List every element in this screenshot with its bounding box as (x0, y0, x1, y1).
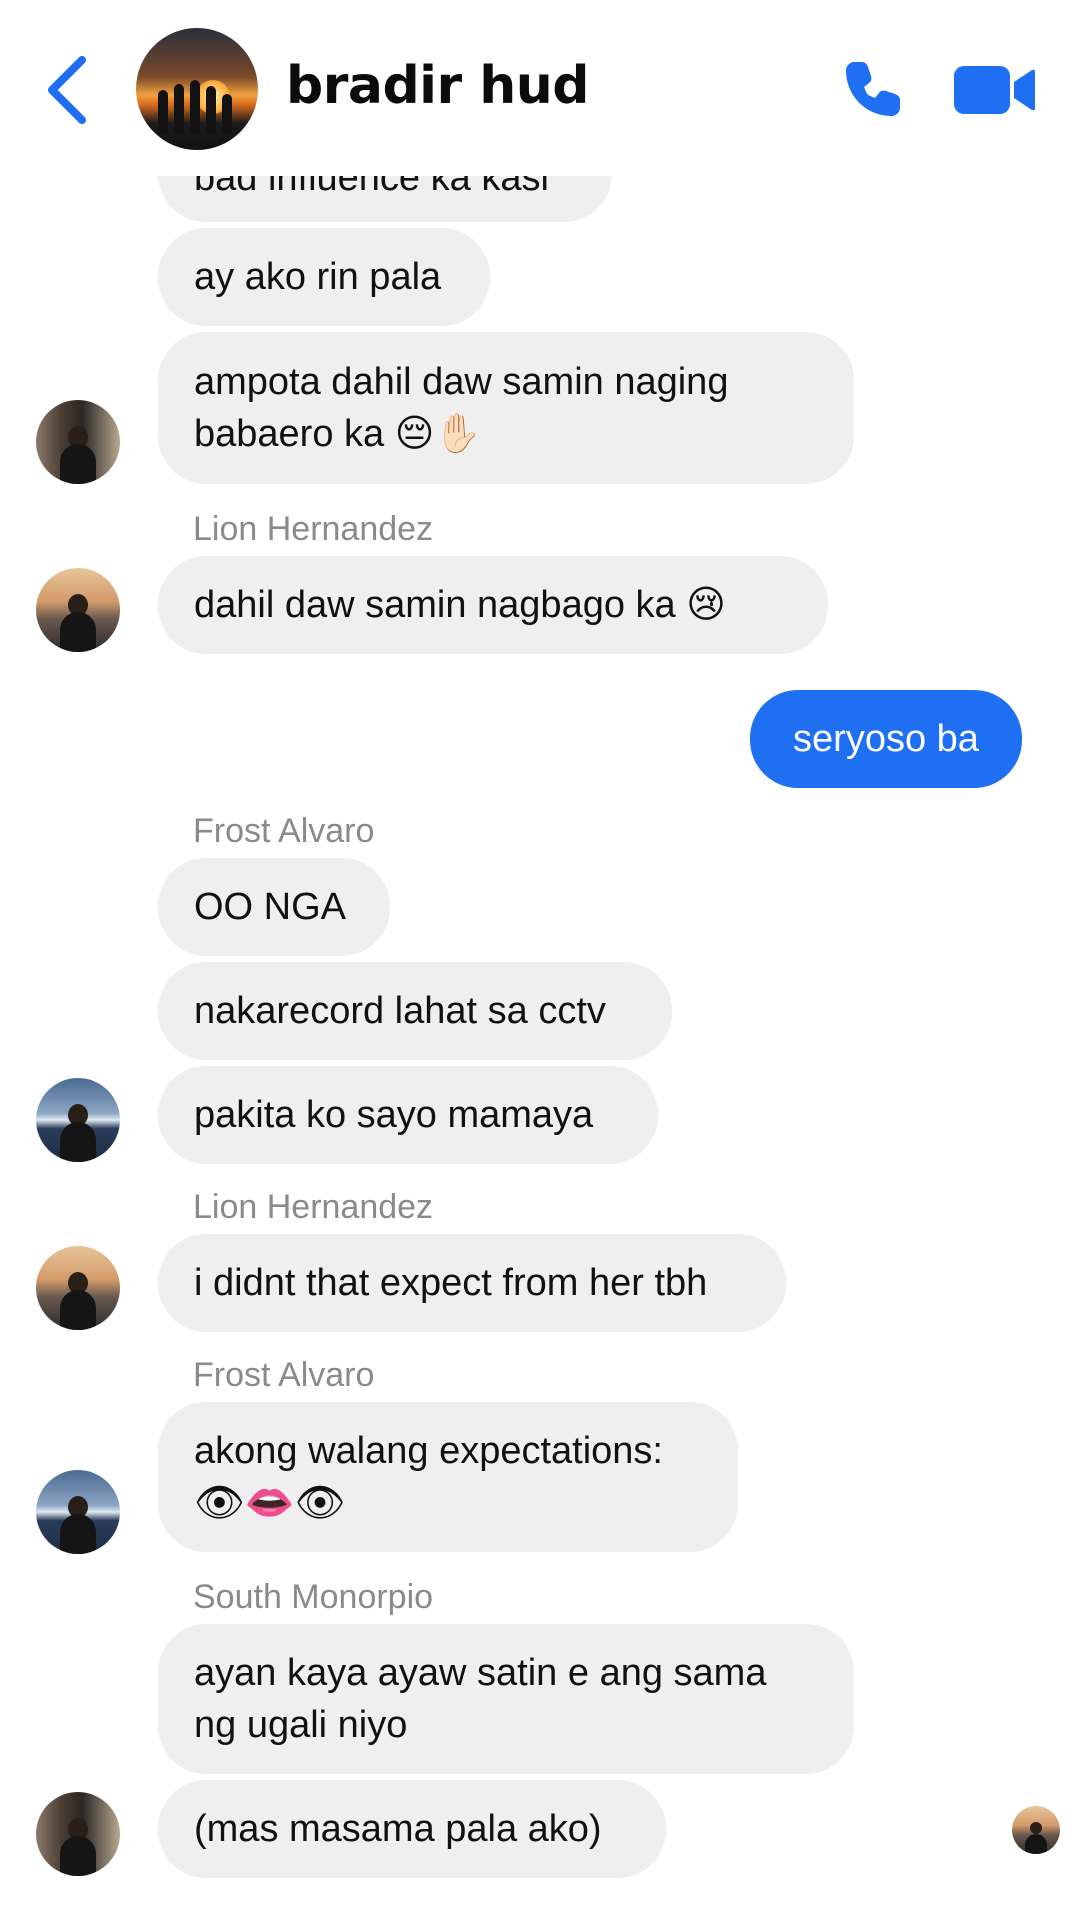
avatar[interactable] (36, 1470, 120, 1554)
incoming-message[interactable]: ampota dahil daw samin naging babaero ka… (158, 332, 854, 484)
avatar[interactable] (36, 1078, 120, 1162)
message-text: nakarecord lahat sa cctv (194, 990, 606, 1032)
group-avatar[interactable] (136, 28, 258, 150)
incoming-message[interactable]: (mas masama pala ako) (158, 1780, 666, 1878)
message-text-line: ng ugali niyo (194, 1704, 408, 1746)
avatar[interactable] (36, 1246, 120, 1330)
phone-icon[interactable] (840, 56, 906, 122)
avatar[interactable] (36, 400, 120, 484)
message-text-line: ayan kaya ayaw satin e ang sama (194, 1652, 767, 1694)
outgoing-message[interactable]: seryoso ba (750, 690, 1022, 788)
message-text: i didnt that expect from her tbh (194, 1262, 708, 1304)
sender-name: Lion Hernandez (193, 1188, 434, 1226)
message-text-line: akong walang expectations: (194, 1430, 663, 1472)
sender-name: Frost Alvaro (193, 812, 375, 850)
incoming-message[interactable]: pakita ko sayo mamaya (158, 1066, 658, 1164)
sender-name: Lion Hernandez (193, 510, 434, 548)
incoming-message[interactable]: akong walang expectations: 👁👄👁 (158, 1402, 738, 1552)
message-text-line: 👁👄👁 (194, 1480, 346, 1526)
incoming-message[interactable]: dahil daw samin nagbago ka 😢 (158, 556, 828, 654)
sender-name: Frost Alvaro (193, 1356, 375, 1394)
message-text: ay ako rin pala (194, 256, 442, 298)
sender-name: South Monorpio (193, 1578, 434, 1616)
message-text: OO NGA (194, 886, 347, 928)
avatar[interactable] (36, 1792, 120, 1876)
incoming-message[interactable]: OO NGA (158, 858, 390, 956)
chat-header: bradir hud (0, 0, 1080, 176)
chevron-left-icon[interactable] (42, 52, 94, 128)
incoming-message[interactable]: i didnt that expect from her tbh (158, 1234, 786, 1332)
message-text: pakita ko sayo mamaya (194, 1094, 594, 1136)
message-text-line: babaero ka 😔✋🏻 (194, 413, 482, 455)
incoming-message[interactable]: ayan kaya ayaw satin e ang sama ng ugali… (158, 1624, 854, 1774)
chat-title[interactable]: bradir hud (286, 56, 590, 116)
message-text: (mas masama pala ako) (194, 1808, 602, 1850)
avatar[interactable] (36, 568, 120, 652)
message-text: dahil daw samin nagbago ka 😢 (194, 584, 726, 626)
incoming-message[interactable]: ay ako rin pala (158, 228, 490, 326)
incoming-message[interactable]: nakarecord lahat sa cctv (158, 962, 672, 1060)
message-text: seryoso ba (793, 718, 979, 760)
message-text-line: ampota dahil daw samin naging (194, 361, 729, 403)
video-camera-icon[interactable] (952, 62, 1036, 118)
seen-receipt-avatar (1012, 1806, 1060, 1854)
